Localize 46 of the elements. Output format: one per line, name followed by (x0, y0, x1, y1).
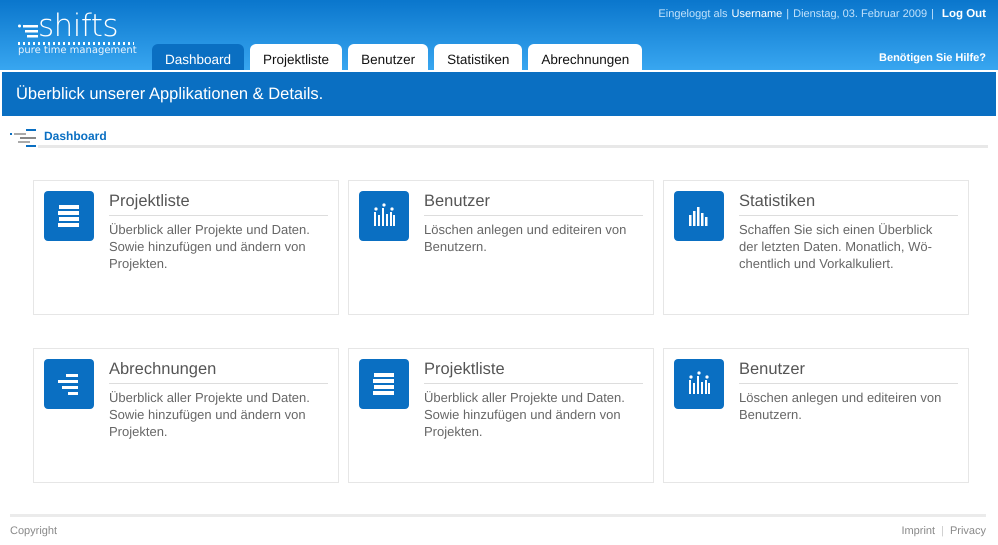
date-label: Dienstag, 03. Februar 2009 (793, 8, 928, 20)
nav-tab[interactable]: Projektliste (250, 44, 342, 70)
card-description: Löschen anlegen und editeiren von Benutzern. (424, 221, 628, 255)
lines-icon (44, 359, 94, 409)
logo-name: shifts (38, 12, 118, 40)
app-card[interactable]: Projektliste Überblick aller Projekte und Daten. Sowie hinzufügen und ändern von Projekten. (33, 180, 339, 315)
app-card[interactable]: Benutzer Löschen anlegen und editeiren von Benutzern. (348, 180, 654, 315)
bar-chart-icon (674, 191, 724, 241)
nav-tab[interactable]: Dashboard (152, 44, 244, 70)
app-card[interactable]: Abrechnungen Überblick aller Projekte und Daten. Sowie hinzufügen und ändern von Projekten. (33, 348, 339, 483)
nav-tab[interactable]: Benutzer (348, 44, 428, 70)
card-title: Statistiken (739, 191, 958, 216)
people-bars-icon (674, 359, 724, 409)
card-title: Projektliste (109, 191, 328, 216)
nav-tab[interactable]: Abrechnungen (528, 44, 642, 70)
login-label: Eingeloggt als (658, 8, 728, 20)
card-description: Schaffen Sie sich einen Überblick der letzten Daten. Monatlich, Wö-chentlich und Vorkalkuliert. (739, 221, 934, 272)
logo-tagline: pure time management (18, 45, 137, 57)
app-card[interactable]: Benutzer Löschen anlegen und editeiren von Benutzern. (663, 348, 969, 483)
card-title: Benutzer (739, 359, 958, 384)
card-description: Überblick aller Projekte und Daten. Sowie hinzufügen und ändern von Projekten. (424, 389, 626, 440)
list-icon (359, 359, 409, 409)
card-description: Löschen anlegen und editeiren von Benutzern. (739, 389, 942, 423)
page-banner: Überblick unserer Applikationen & Details. (2, 72, 996, 116)
separator: | (786, 8, 790, 20)
breadcrumb-title: Dashboard (44, 128, 107, 142)
separator: | (941, 525, 944, 537)
separator: | (931, 8, 934, 20)
logo-ruler-icon (18, 42, 134, 45)
footer-link[interactable]: Privacy (950, 525, 986, 537)
nav-tab[interactable]: Statistiken (434, 44, 522, 70)
app-card[interactable]: Statistiken Schaffen Sie sich einen Überblick der letzten Daten. Monatlich, Wö-chentlich und Vorkalkuliert. (663, 180, 969, 315)
people-bars-icon (359, 191, 409, 241)
card-title: Abrechnungen (109, 359, 328, 384)
footer-link[interactable]: Imprint (901, 525, 936, 537)
list-icon (44, 191, 94, 241)
copyright-text: Copyright (10, 525, 58, 537)
card-description: Überblick aller Projekte und Daten. Sowie hinzufügen und ändern von Projekten. (109, 389, 311, 440)
username: Username (732, 8, 782, 20)
logout-link[interactable]: Log Out (942, 8, 986, 20)
card-title: Benutzer (424, 191, 643, 216)
logo-lines-icon (18, 22, 38, 40)
app-card[interactable]: Projektliste Überblick aller Projekte und Daten. Sowie hinzufügen und ändern von Projekten. (348, 348, 654, 483)
list-lines-icon (10, 128, 38, 148)
card-description: Überblick aller Projekte und Daten. Sowie hinzufügen und ändern von Projekten. (109, 221, 311, 272)
card-title: Projektliste (424, 359, 643, 384)
